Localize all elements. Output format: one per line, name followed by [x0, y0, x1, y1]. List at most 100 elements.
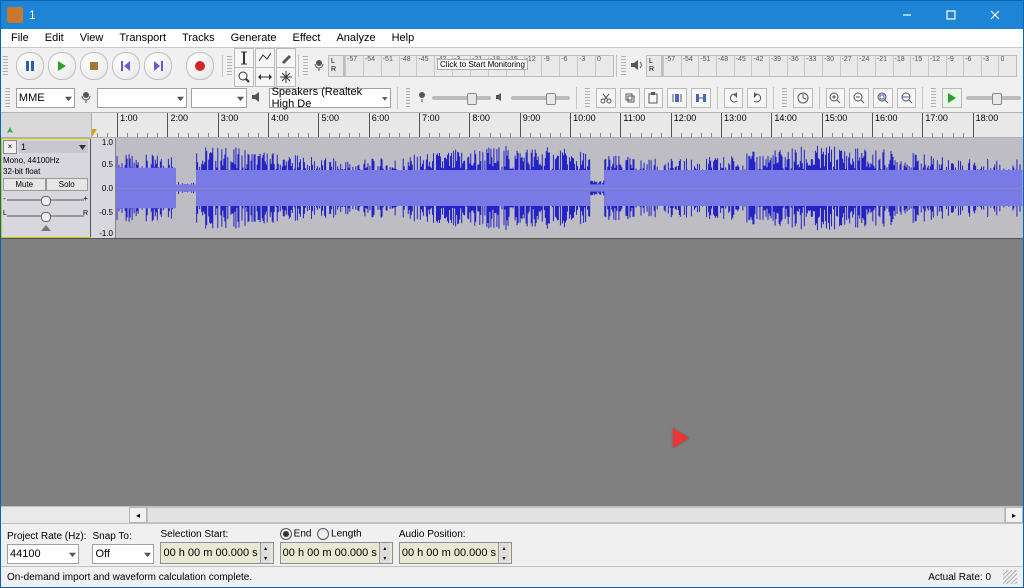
zoom-tool[interactable] — [234, 67, 254, 87]
record-button[interactable] — [186, 52, 214, 80]
scroll-left-button[interactable]: ◂ — [129, 507, 147, 523]
resize-grip[interactable] — [1003, 570, 1017, 584]
mic-icon — [79, 90, 93, 107]
toolbar-grip[interactable] — [782, 88, 787, 108]
horizontal-scrollbar[interactable]: ◂ ▸ — [1, 506, 1023, 523]
selection-end-time[interactable]: 00 h 00 m 00.000 s▴▾ — [280, 542, 393, 564]
play-at-speed-button[interactable] — [942, 88, 962, 108]
stop-button[interactable] — [80, 52, 108, 80]
status-message: On-demand import and waveform calculatio… — [7, 572, 252, 583]
playback-device-select[interactable]: Speakers (Realtek High De — [269, 88, 391, 108]
minimize-button[interactable] — [885, 1, 929, 29]
pin-icon[interactable] — [5, 127, 15, 137]
timeline-ruler[interactable]: 1:002:003:004:005:006:007:008:009:0010:0… — [1, 113, 1023, 138]
record-device-select[interactable] — [97, 88, 188, 108]
sync-lock-button[interactable] — [793, 88, 813, 108]
toolbar-grip[interactable] — [227, 56, 232, 76]
toolbar-grip[interactable] — [585, 88, 590, 108]
audio-position-label: Audio Position: — [399, 529, 512, 540]
toolbar-grip[interactable] — [621, 56, 626, 76]
track-bitdepth-label: 32-bit float — [3, 167, 88, 176]
playback-volume-slider[interactable] — [511, 96, 570, 100]
length-radio-label[interactable]: Length — [331, 529, 362, 540]
menu-edit[interactable]: Edit — [37, 31, 72, 45]
redo-button[interactable] — [747, 88, 767, 108]
vertical-scale[interactable]: 1.0 0.5 0.0 -0.5 -1.0 — [91, 138, 116, 238]
close-button[interactable] — [973, 1, 1017, 29]
scroll-right-button[interactable]: ▸ — [1005, 507, 1023, 523]
mic-icon — [416, 91, 428, 106]
menu-tracks[interactable]: Tracks — [174, 31, 223, 45]
menu-transport[interactable]: Transport — [111, 31, 174, 45]
menu-generate[interactable]: Generate — [223, 31, 285, 45]
trim-button[interactable] — [667, 88, 687, 108]
play-button[interactable] — [48, 52, 76, 80]
play-speed-slider[interactable] — [966, 96, 1021, 100]
playback-meter[interactable]: -57-54-51-48-45-42-39-36-33-30-27-24-21-… — [662, 55, 1017, 77]
selection-start-time[interactable]: 00 h 00 m 00.000 s▴▾ — [160, 542, 273, 564]
fit-selection-button[interactable] — [873, 88, 893, 108]
menu-analyze[interactable]: Analyze — [328, 31, 383, 45]
audio-host-select[interactable]: MME — [16, 88, 75, 108]
fit-project-button[interactable] — [897, 88, 917, 108]
paste-button[interactable] — [644, 88, 664, 108]
selection-toolbar: Project Rate (Hz): 44100 Snap To: Off Se… — [1, 523, 1023, 566]
record-volume-slider[interactable] — [432, 96, 491, 100]
cursor-icon — [673, 428, 689, 448]
track-collapse-button[interactable] — [3, 225, 88, 231]
solo-button[interactable]: Solo — [46, 178, 89, 191]
waveform-display[interactable] — [116, 138, 1023, 238]
speaker-icon[interactable] — [628, 59, 646, 74]
silence-button[interactable] — [691, 88, 711, 108]
record-channels-select[interactable] — [191, 88, 246, 108]
multi-tool[interactable] — [276, 67, 296, 87]
pause-button[interactable] — [16, 52, 44, 80]
zoom-in-button[interactable] — [826, 88, 846, 108]
project-rate-select[interactable]: 44100 — [7, 544, 79, 564]
menu-view[interactable]: View — [72, 31, 112, 45]
copy-button[interactable] — [620, 88, 640, 108]
gain-slider[interactable]: - + — [3, 195, 88, 205]
track-name-menu[interactable]: 1 — [19, 141, 88, 153]
tracks-area: × 1 Mono, 44100Hz 32-bit float Mute Solo… — [1, 138, 1023, 506]
envelope-tool[interactable] — [255, 48, 275, 68]
menu-effect[interactable]: Effect — [285, 31, 329, 45]
scroll-thumb[interactable] — [147, 507, 1005, 523]
zoom-out-button[interactable] — [849, 88, 869, 108]
cut-button[interactable] — [596, 88, 616, 108]
tools-toolbar — [234, 48, 296, 85]
skip-end-button[interactable] — [144, 52, 172, 80]
audio-position-time[interactable]: 00 h 00 m 00.000 s▴▾ — [399, 542, 512, 564]
speaker-icon — [251, 91, 265, 106]
undo-button[interactable] — [724, 88, 744, 108]
timeline-corner — [1, 113, 92, 137]
app-window: 1 File Edit View Transport Tracks Genera… — [0, 0, 1024, 588]
draw-tool[interactable] — [276, 48, 296, 68]
menu-file[interactable]: File — [3, 31, 37, 45]
end-radio[interactable] — [280, 528, 292, 540]
skip-start-button[interactable] — [112, 52, 140, 80]
length-radio[interactable] — [317, 528, 329, 540]
toolbar-grip[interactable] — [931, 88, 936, 108]
toolbar-grip[interactable] — [303, 56, 308, 76]
audio-track[interactable]: × 1 Mono, 44100Hz 32-bit float Mute Solo… — [1, 138, 1023, 239]
toolbar-grip[interactable] — [5, 88, 10, 108]
track-close-button[interactable]: × — [3, 140, 17, 154]
selection-tool[interactable] — [234, 48, 254, 68]
window-title: 1 — [29, 8, 36, 22]
menu-help[interactable]: Help — [384, 31, 423, 45]
toolbar-grip[interactable] — [3, 56, 8, 76]
pan-slider[interactable]: L R — [3, 211, 88, 221]
snap-to-label: Snap To: — [92, 531, 154, 542]
snap-to-select[interactable]: Off — [92, 544, 154, 564]
toolbar-grip[interactable] — [406, 88, 411, 108]
end-length-radios: End Length — [280, 528, 393, 540]
mic-icon[interactable] — [310, 58, 328, 75]
record-meter[interactable]: -57-54-51-48-45-42-3-21-18-15-12-9-6-30 … — [344, 55, 614, 77]
meter-click-label[interactable]: Click to Start Monitoring — [437, 59, 528, 70]
maximize-button[interactable] — [929, 1, 973, 29]
mute-button[interactable]: Mute — [3, 178, 46, 191]
titlebar: 1 — [1, 1, 1023, 29]
timeshift-tool[interactable] — [255, 67, 275, 87]
end-radio-label[interactable]: End — [294, 529, 312, 540]
